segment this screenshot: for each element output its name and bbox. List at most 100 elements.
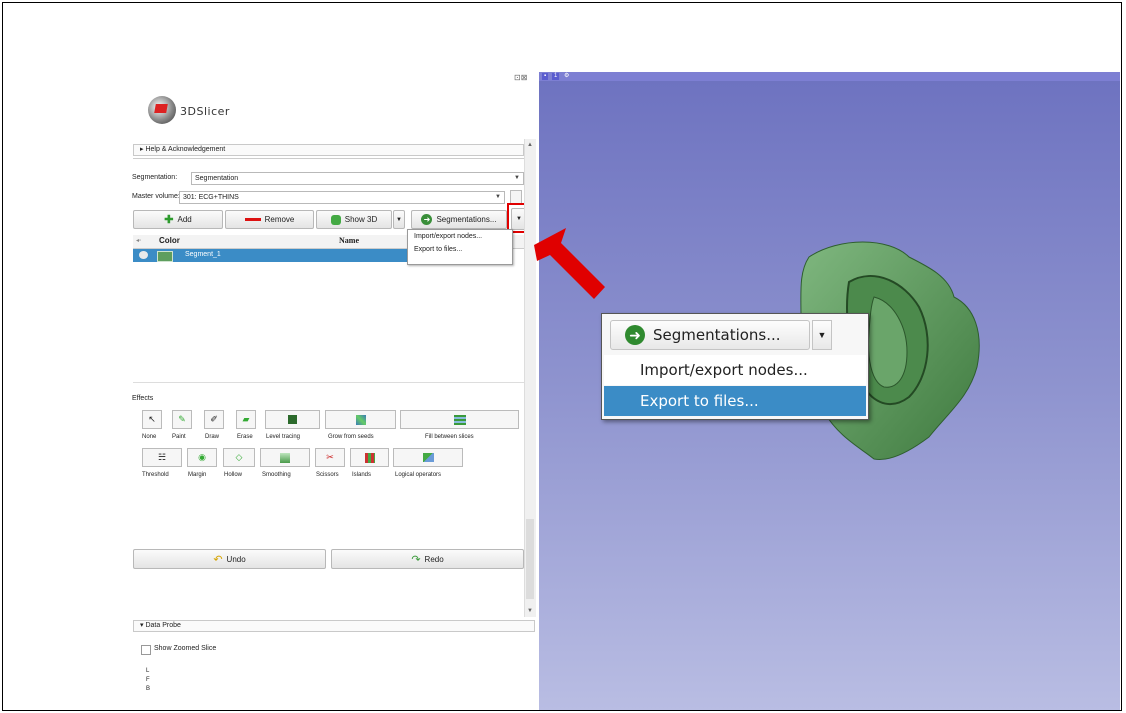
none-effect-icon[interactable]: ↖ (142, 410, 162, 429)
show-zoomed-checkbox[interactable] (141, 645, 151, 655)
callout-chevron-down-icon[interactable]: ▼ (812, 320, 832, 350)
cube-3d-icon (330, 214, 341, 225)
segment-color-swatch[interactable] (157, 251, 173, 262)
callout-item-import-export[interactable]: Import/export nodes... (604, 355, 866, 385)
scroll-thumb[interactable] (526, 519, 534, 599)
islands-glyph (364, 452, 375, 463)
segmentations-button[interactable]: ➜ Segmentations... (411, 210, 507, 229)
module-scrollbar[interactable]: ▲ ▼ (524, 139, 536, 617)
level-tracing-glyph (288, 415, 297, 424)
arrow-right-icon: ➜ (421, 214, 433, 225)
smoothing-effect-icon[interactable] (260, 448, 310, 467)
remove-label: Remove (264, 215, 295, 224)
effect-label-hollow: Hollow (224, 472, 243, 478)
probe-coord-f: F (146, 677, 150, 683)
volume-options-icon[interactable] (510, 190, 522, 204)
redo-arrow-icon: ↷ (411, 553, 421, 566)
callout-segmentations-button[interactable]: ➜ Segmentations... (610, 320, 810, 350)
app-name: 3DSlicer (180, 105, 230, 118)
show-3d-button[interactable]: Show 3D (316, 210, 392, 229)
zoomed-menu-callout: ➜ Segmentations... ▼ Import/export nodes… (601, 313, 869, 420)
fill-between-slices-effect-icon[interactable] (400, 410, 519, 429)
scroll-down-icon[interactable]: ▼ (527, 608, 533, 614)
effect-label-level-tracing: Level tracing (266, 434, 301, 440)
segmentations-menu: Import/export nodes... Export to files..… (407, 229, 513, 265)
smoothing-glyph (280, 452, 290, 463)
grow-seeds-glyph (355, 414, 366, 425)
undo-label: Undo (226, 554, 246, 564)
view-number[interactable]: 1 (552, 73, 560, 80)
threshold-effect-icon[interactable]: ☵ (142, 448, 182, 467)
effect-label-erase: Erase (237, 434, 253, 440)
chevron-down-icon: ▼ (514, 175, 520, 181)
probe-coord-l: L (146, 668, 150, 674)
minus-icon (244, 218, 261, 221)
effect-label-islands: Islands (352, 472, 372, 478)
segmentation-select[interactable]: Segmentation ▼ (191, 172, 524, 185)
table-row[interactable]: Segment_1 (133, 249, 407, 262)
gear-icon[interactable]: ⚙ (562, 73, 571, 80)
islands-effect-icon[interactable] (350, 448, 389, 467)
logo-mark (154, 104, 168, 113)
eye-icon[interactable] (139, 251, 148, 259)
effect-label-logical-operators: Logical operators (395, 472, 442, 478)
callout-item-export-files[interactable]: Export to files... (604, 386, 866, 416)
redo-button[interactable]: ↷ Redo (331, 549, 524, 569)
panel-window-icons[interactable]: ⊡⊠ (514, 73, 527, 82)
master-volume-select[interactable]: 301: ECG+THINS ▼ (179, 191, 505, 204)
data-probe-title: Data Probe (145, 622, 181, 629)
effect-label-threshold: Threshold (142, 472, 169, 478)
segment-name[interactable]: Segment_1 (185, 251, 221, 258)
remove-segment-button[interactable]: Remove (225, 210, 314, 229)
draw-effect-icon[interactable]: ✐ (204, 410, 224, 429)
master-volume-value: 301: ECG+THINS (183, 194, 239, 201)
color-header[interactable]: Color (159, 236, 180, 245)
scissors-effect-icon[interactable]: ✂ (315, 448, 345, 467)
effects-title: Effects (132, 395, 154, 402)
paint-effect-icon[interactable]: ✎ (172, 410, 192, 429)
show-3d-label: Show 3D (344, 215, 378, 224)
fill-between-glyph (453, 414, 466, 425)
logical-operators-effect-icon[interactable] (393, 448, 463, 467)
help-collapsible[interactable]: ▸ Help & Acknowledgement (133, 144, 524, 156)
viewer-controller-bar[interactable]: ▪ 1 ⚙ (539, 72, 1120, 81)
margin-effect-icon[interactable]: ◉ (187, 448, 217, 467)
help-label: Help & Acknowledgement (145, 146, 226, 153)
grow-seeds-effect-icon[interactable] (325, 410, 396, 429)
module-panel (131, 72, 539, 710)
effect-label-fill-between: Fill between slices (425, 434, 474, 440)
splitter[interactable] (133, 382, 524, 383)
data-probe-collapsible[interactable]: ▾ Data Probe (133, 620, 535, 632)
segmentations-label: Segmentations... (436, 215, 497, 224)
hollow-effect-icon[interactable]: ◇ (223, 448, 255, 467)
divider (133, 158, 524, 159)
show-3d-dropdown[interactable]: ▼ (393, 210, 405, 229)
level-tracing-effect-icon[interactable] (265, 410, 320, 429)
effect-label-paint: Paint (172, 434, 186, 440)
menu-item-export-files[interactable]: Export to files... (408, 243, 512, 256)
scroll-up-icon[interactable]: ▲ (527, 142, 533, 148)
undo-arrow-icon: ↶ (213, 553, 223, 566)
menu-item-import-export[interactable]: Import/export nodes... (408, 230, 512, 243)
probe-coord-b: B (146, 686, 151, 692)
show-zoomed-label: Show Zoomed Slice (154, 645, 217, 652)
chevron-down-icon: ▼ (396, 216, 402, 223)
arrow-shape (534, 228, 605, 299)
slicer-logo-icon (148, 96, 176, 124)
master-volume-label: Master volume: (132, 193, 180, 200)
effect-label-none: None (142, 434, 157, 440)
effect-label-margin: Margin (188, 472, 207, 478)
erase-effect-icon[interactable]: ▰ (236, 410, 256, 429)
visibility-icon[interactable]: ◂▫ (136, 237, 141, 244)
name-header[interactable]: Name (339, 236, 359, 245)
logical-ops-glyph (422, 453, 434, 462)
pin-icon[interactable]: ▪ (542, 73, 549, 80)
chevron-down-icon: ▼ (495, 194, 501, 200)
segmentation-label: Segmentation: (132, 174, 178, 181)
redo-label: Redo (424, 554, 444, 564)
undo-button[interactable]: ↶ Undo (133, 549, 326, 569)
callout-button-label: Segmentations... (653, 326, 781, 344)
add-label: Add (177, 215, 192, 224)
effect-label-scissors: Scissors (316, 472, 339, 478)
add-segment-button[interactable]: ✚ Add (133, 210, 223, 229)
